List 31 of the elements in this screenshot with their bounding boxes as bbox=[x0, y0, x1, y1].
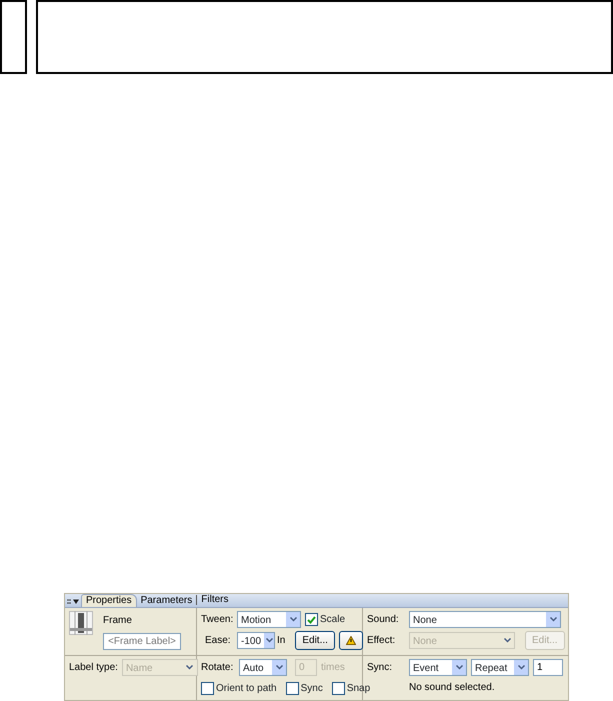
dropdown[interactable]: None bbox=[409, 611, 561, 628]
warning-icon bbox=[346, 636, 356, 645]
count-field[interactable]: 1 bbox=[533, 659, 563, 676]
dropdown[interactable]: Event bbox=[409, 659, 467, 676]
checkbox[interactable]: Orient to path bbox=[201, 681, 277, 696]
panel-menu-icon[interactable] bbox=[67, 598, 81, 606]
edit-button[interactable]: Edit... bbox=[295, 631, 335, 650]
dropdown[interactable]: Auto bbox=[239, 659, 287, 676]
field-label: In bbox=[277, 634, 286, 648]
field-label: Effect: bbox=[367, 634, 396, 648]
frame-icon bbox=[69, 611, 93, 635]
panel-tab[interactable]: Properties bbox=[81, 594, 137, 607]
dropdown[interactable]: -100 bbox=[237, 632, 275, 649]
frame-label-field[interactable]: <Frame Label> bbox=[103, 633, 181, 650]
field-label: Ease: bbox=[204, 634, 232, 648]
field-label: Rotate: bbox=[201, 661, 234, 675]
panel-tab[interactable]: Parameters bbox=[136, 594, 196, 607]
field-label: Label type: bbox=[69, 661, 118, 675]
checkmark-icon bbox=[307, 616, 316, 624]
dropdown[interactable]: Repeat bbox=[471, 659, 529, 676]
frame-heading: Frame bbox=[103, 614, 133, 628]
field-label: Sound: bbox=[367, 613, 400, 627]
checkbox[interactable]: Scale bbox=[305, 612, 346, 627]
dropdown[interactable]: Motion bbox=[237, 611, 301, 628]
checkbox[interactable]: Sync bbox=[286, 681, 323, 696]
checkbox[interactable]: Snap bbox=[332, 681, 370, 696]
field-label: Tween: bbox=[201, 613, 233, 627]
field-label: Sync: bbox=[367, 661, 394, 675]
field-label: times bbox=[321, 661, 345, 675]
warning-button[interactable] bbox=[338, 631, 363, 650]
panel-tab[interactable]: Filters bbox=[196, 595, 232, 605]
